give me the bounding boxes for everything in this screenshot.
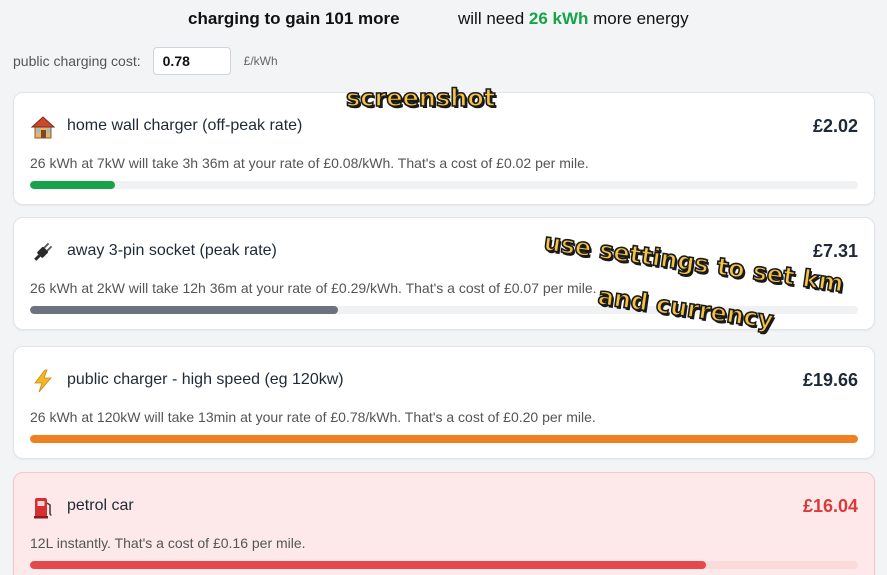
card-title: home wall charger (off-peak rate)	[67, 117, 303, 134]
card-header: home wall charger (off-peak rate) £2.02	[30, 114, 858, 140]
energy-needed-value: 26 kWh	[528, 9, 589, 28]
ev-charging-page: charging to gain 101 more will need 26 k…	[0, 0, 887, 575]
cost-bar-fill	[30, 306, 339, 314]
card-header: public charger - high speed (eg 120kw) £…	[30, 368, 858, 394]
home-wall-charger-card: home wall charger (off-peak rate) £2.02 …	[13, 92, 875, 205]
public-charger-high-speed-card: public charger - high speed (eg 120kw) £…	[13, 346, 875, 459]
charging-summary: charging to gain 101 more will need 26 k…	[0, 9, 887, 33]
cost-bar-track	[30, 181, 858, 189]
fuel-pump-icon	[30, 494, 56, 520]
card-description: 26 kWh at 7kW will take 3h 36m at your r…	[30, 155, 589, 171]
cost-unit-label: £/kWh	[243, 54, 278, 68]
card-description: 12L instantly. That's a cost of £0.16 pe…	[30, 535, 306, 551]
house-icon	[30, 114, 56, 140]
card-title: away 3-pin socket (peak rate)	[67, 242, 277, 259]
public-charging-cost-input[interactable]	[152, 47, 231, 75]
card-header: away 3-pin socket (peak rate) £7.31	[30, 239, 858, 265]
public-charging-cost-label: public charging cost:	[13, 53, 141, 69]
card-description: 26 kWh at 2kW will take 12h 36m at your …	[30, 280, 597, 296]
card-price: £16.04	[802, 496, 858, 516]
public-charging-cost-row: public charging cost: £/kWh	[13, 46, 278, 76]
charging-gain-text: charging to gain 101 more	[188, 9, 400, 28]
cost-bar-fill	[30, 435, 858, 443]
energy-needed-prefix: will need	[458, 9, 529, 28]
cost-bar-fill	[30, 561, 706, 569]
card-price: £19.66	[802, 370, 858, 390]
cost-bar-fill	[30, 181, 116, 189]
card-title: petrol car	[67, 497, 134, 514]
petrol-car-card: petrol car £16.04 12L instantly. That's …	[13, 472, 875, 575]
plug-icon	[30, 239, 56, 265]
card-title: public charger - high speed (eg 120kw)	[67, 371, 344, 388]
cost-bar-track	[30, 561, 858, 569]
cost-bar-track	[30, 306, 858, 314]
cost-bar-track	[30, 435, 858, 443]
lightning-icon	[30, 368, 56, 394]
away-3-pin-socket-card: away 3-pin socket (peak rate) £7.31 26 k…	[13, 217, 875, 330]
card-header: petrol car £16.04	[30, 494, 858, 520]
energy-needed-suffix: more energy	[588, 9, 689, 28]
card-price: £7.31	[812, 241, 858, 261]
card-description: 26 kWh at 120kW will take 13min at your …	[30, 409, 596, 425]
energy-needed-text: will need 26 kWh more energy	[458, 9, 689, 29]
card-price: £2.02	[812, 116, 858, 136]
